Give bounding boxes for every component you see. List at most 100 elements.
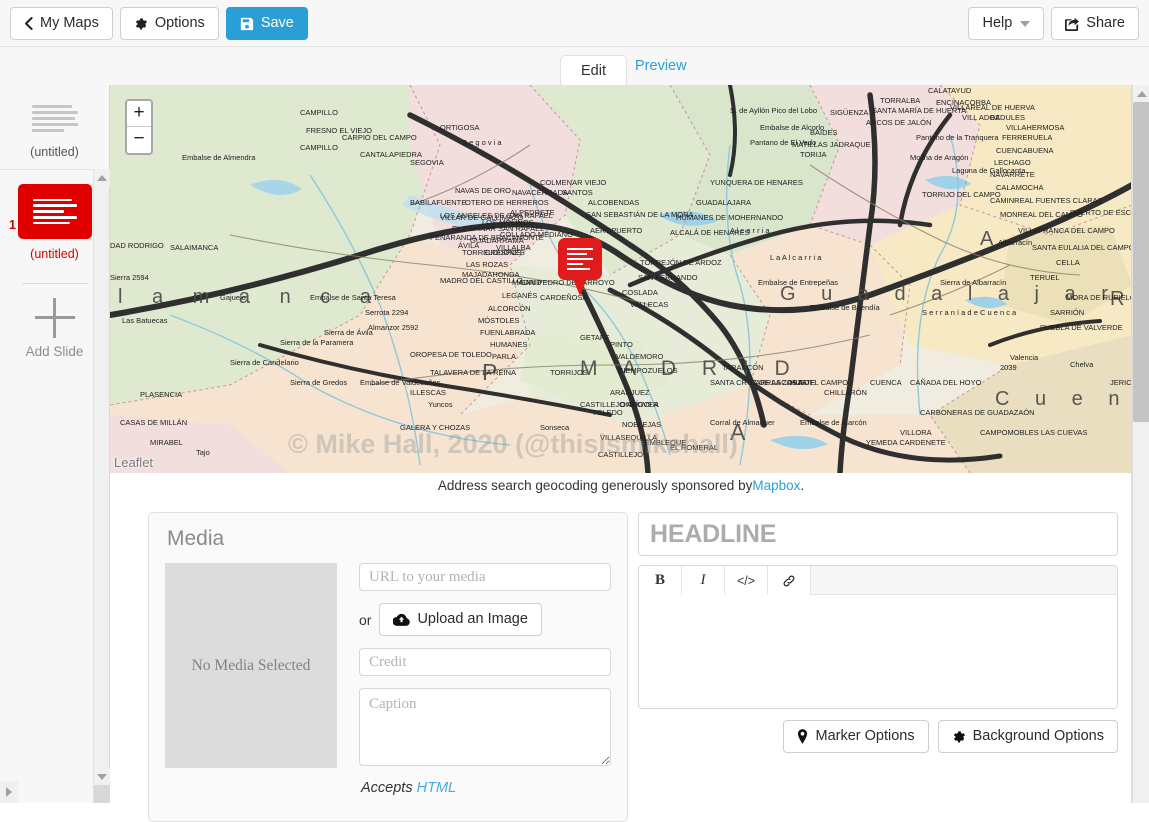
bold-button[interactable]: B [639, 566, 682, 595]
background-options-button[interactable]: Background Options [938, 720, 1118, 753]
slide-number: 1 [9, 218, 16, 232]
svg-text:Corral de Almaguer: Corral de Almaguer [710, 418, 775, 427]
svg-text:TERUEL: TERUEL [1030, 273, 1060, 282]
svg-text:CARPIO DEL CAMPO: CARPIO DEL CAMPO [342, 133, 417, 142]
svg-text:Embalse de Almendra: Embalse de Almendra [182, 153, 256, 162]
caret-right-icon [6, 787, 12, 797]
my-maps-button[interactable]: My Maps [10, 7, 113, 40]
svg-text:PINTO: PINTO [610, 340, 633, 349]
media-dropzone[interactable]: No Media Selected [165, 563, 337, 768]
svg-text:A: A [980, 228, 994, 250]
svg-text:Embalse de Entrepeñas: Embalse de Entrepeñas [758, 278, 838, 287]
leaflet-attribution[interactable]: Leaflet [114, 455, 153, 470]
svg-text:Gajuelo: Gajuelo [220, 293, 246, 302]
upload-row: or Upload an Image [359, 603, 611, 636]
svg-text:Embalse de Alarcón: Embalse de Alarcón [800, 418, 867, 427]
page-scrollbar[interactable] [1132, 85, 1149, 803]
svg-text:SIGÜENZA: SIGÜENZA [830, 108, 868, 117]
zoom-in-button[interactable]: + [127, 101, 151, 127]
share-button[interactable]: Share [1051, 7, 1139, 40]
svg-text:PLASENCIA: PLASENCIA [140, 390, 182, 399]
html-help-link[interactable]: HTML [417, 780, 456, 796]
svg-text:S. de Ayllón Pico del Lobo: S. de Ayllón Pico del Lobo [730, 106, 817, 115]
sidebar-scroll-up-button[interactable] [94, 169, 110, 186]
svg-text:ILLESCAS: ILLESCAS [410, 388, 446, 397]
svg-text:VALLECAS: VALLECAS [630, 300, 668, 309]
svg-text:CAÑADA DEL HOYO: CAÑADA DEL HOYO [910, 378, 982, 387]
save-button[interactable]: Save [226, 7, 308, 40]
sidebar-scroll-thumb[interactable] [94, 785, 110, 803]
or-label: or [359, 612, 371, 628]
marker-options-button[interactable]: Marker Options [783, 720, 928, 753]
page-scroll-thumb[interactable] [1133, 102, 1149, 422]
help-button[interactable]: Help [968, 7, 1044, 40]
headline-input[interactable] [638, 512, 1118, 556]
sidebar-scrollbar[interactable] [93, 169, 109, 803]
media-credit-input[interactable] [359, 648, 611, 676]
svg-text:CUENCABUENA: CUENCABUENA [996, 146, 1054, 155]
title-slide-caption: (untitled) [0, 145, 109, 159]
svg-text:PUEBLA DE VALVERDE: PUEBLA DE VALVERDE [1040, 323, 1123, 332]
save-label: Save [261, 16, 294, 31]
sidebar-divider [22, 283, 88, 284]
svg-text:TORIJA: TORIJA [800, 150, 827, 159]
svg-text:S e r r a n í a d e C u e: S e r r a n í a d e C u e n c a [922, 308, 1017, 317]
svg-text:HUMANES DE MOHERNANDO: HUMANES DE MOHERNANDO [676, 213, 783, 222]
tab-preview[interactable]: Preview [615, 47, 707, 85]
svg-text:VALDEMORO: VALDEMORO [616, 352, 664, 361]
svg-text:Sierra de Gredos: Sierra de Gredos [290, 378, 347, 387]
slide-thumbnail[interactable] [18, 184, 92, 239]
svg-text:TARANCÓN: TARANCÓN [722, 363, 764, 372]
no-media-text: No Media Selected [192, 657, 311, 675]
svg-text:CUENCA: CUENCA [870, 378, 902, 387]
zoom-out-button[interactable]: − [127, 127, 151, 153]
svg-text:MIRABEL: MIRABEL [150, 438, 183, 447]
svg-text:CALATAYUD: CALATAYUD [928, 86, 972, 95]
italic-button[interactable]: I [682, 566, 725, 595]
sidebar-scroll-down-button[interactable] [94, 768, 110, 785]
svg-text:DAD RODRIGO: DAD RODRIGO [110, 241, 164, 250]
media-url-input[interactable] [359, 563, 611, 591]
svg-text:Sierra 2594: Sierra 2594 [110, 273, 149, 282]
svg-text:CAMPILLO: CAMPILLO [300, 143, 338, 152]
link-button[interactable] [768, 566, 811, 595]
svg-text:SEGOVIA: SEGOVIA [410, 158, 444, 167]
slide-editor: Media No Media Selected or Upload an Ima… [110, 498, 1132, 803]
svg-text:JERICA-VIVER: JERICA-VIVER [1110, 378, 1132, 387]
svg-text:Yuncos: Yuncos [428, 400, 453, 409]
rte-body-input[interactable] [639, 595, 1117, 708]
marker-tail [571, 274, 589, 296]
svg-text:GALERA Y CHOZAS: GALERA Y CHOZAS [400, 423, 470, 432]
svg-text:ALCORCÓN: ALCORCÓN [488, 304, 531, 313]
media-panel: Media No Media Selected or Upload an Ima… [148, 512, 628, 822]
options-button[interactable]: Options [120, 7, 219, 40]
svg-text:CHILLARÓN: CHILLARÓN [824, 388, 867, 397]
horizontal-scroll-right-button[interactable] [0, 781, 18, 803]
html-source-button[interactable]: </> [725, 566, 768, 595]
tab-edit-label: Edit [581, 63, 606, 79]
svg-text:TORRALBA: TORRALBA [880, 96, 920, 105]
marker-text-lines [567, 248, 593, 271]
sidebar-item-title-slide[interactable]: (untitled) [0, 85, 109, 170]
media-fields: or Upload an Image [359, 563, 611, 768]
svg-text:Sierra de Ávila: Sierra de Ávila [324, 328, 374, 337]
svg-text:LOS MOLINOS: LOS MOLINOS [482, 218, 534, 227]
svg-text:C u e n c a: C u e n c a [995, 388, 1132, 410]
link-icon [782, 574, 796, 588]
svg-text:MADRID: MADRID [512, 278, 542, 287]
svg-text:Tajo: Tajo [196, 448, 210, 457]
svg-text:ALPEDRETE: ALPEDRETE [510, 208, 555, 217]
media-caption-input[interactable] [359, 688, 611, 766]
svg-text:Sierra de Albarracín: Sierra de Albarracín [940, 278, 1006, 287]
map-marker[interactable] [558, 238, 602, 296]
svg-text:COLMENAR VIEJO: COLMENAR VIEJO [540, 178, 606, 187]
page-scroll-up-button[interactable] [1133, 85, 1149, 102]
map-zoom-control[interactable]: + − [125, 99, 153, 155]
gear-icon [134, 17, 148, 31]
mapbox-link[interactable]: Mapbox [752, 478, 800, 493]
slide-options-row: Marker Options Background Options [638, 720, 1118, 753]
map-panel[interactable]: l a m a n c a P A M A D R I D G u a d a … [110, 85, 1132, 473]
map-canvas[interactable]: l a m a n c a P A M A D R I D G u a d a … [110, 85, 1132, 473]
options-label: Options [155, 16, 205, 31]
upload-image-button[interactable]: Upload an Image [379, 603, 541, 636]
